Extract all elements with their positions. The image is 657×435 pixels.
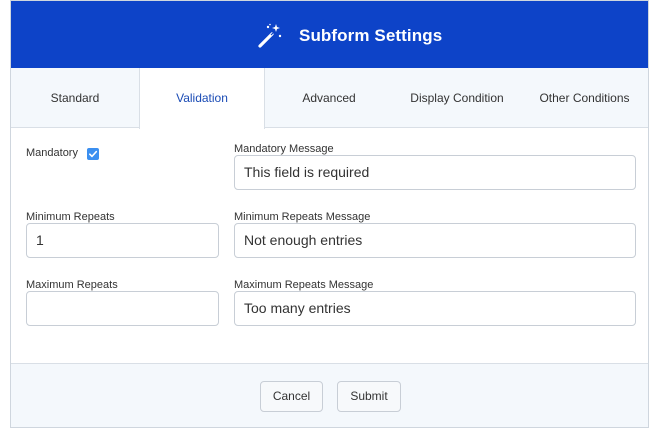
dialog-title: Subform Settings (299, 26, 443, 45)
maximum-repeats-message-input[interactable]: Too many entries (234, 291, 636, 326)
tab-validation[interactable]: Validation (139, 68, 265, 129)
minimum-repeats-input[interactable]: 1 (26, 223, 219, 258)
maximum-repeats-label: Maximum Repeats (26, 279, 118, 291)
mandatory-label: Mandatory (26, 147, 78, 159)
submit-button[interactable]: Submit (337, 381, 401, 412)
minimum-repeats-message-label: Minimum Repeats Message (234, 211, 371, 223)
checkmark-icon (89, 150, 98, 158)
tab-bar: Standard Validation Advanced Display Con… (11, 68, 648, 129)
mandatory-message-input[interactable]: This field is required (234, 155, 636, 190)
tab-standard[interactable]: Standard (11, 68, 139, 128)
dialog-header: Subform Settings (11, 1, 648, 68)
minimum-repeats-message-input[interactable]: Not enough entries (234, 223, 636, 258)
maximum-repeats-input[interactable] (26, 291, 219, 326)
tab-display-condition[interactable]: Display Condition (393, 68, 521, 128)
mandatory-message-label: Mandatory Message (234, 143, 334, 155)
mandatory-checkbox[interactable] (87, 148, 99, 160)
dialog-footer: Cancel Submit (11, 363, 648, 427)
subform-settings-dialog: Subform Settings Standard Validation Adv… (10, 0, 649, 428)
magic-wand-icon (257, 23, 283, 49)
cancel-button[interactable]: Cancel (260, 381, 323, 412)
tab-other-conditions[interactable]: Other Conditions (521, 68, 648, 128)
maximum-repeats-message-label: Maximum Repeats Message (234, 279, 374, 291)
minimum-repeats-label: Minimum Repeats (26, 211, 115, 223)
tab-advanced[interactable]: Advanced (265, 68, 393, 128)
